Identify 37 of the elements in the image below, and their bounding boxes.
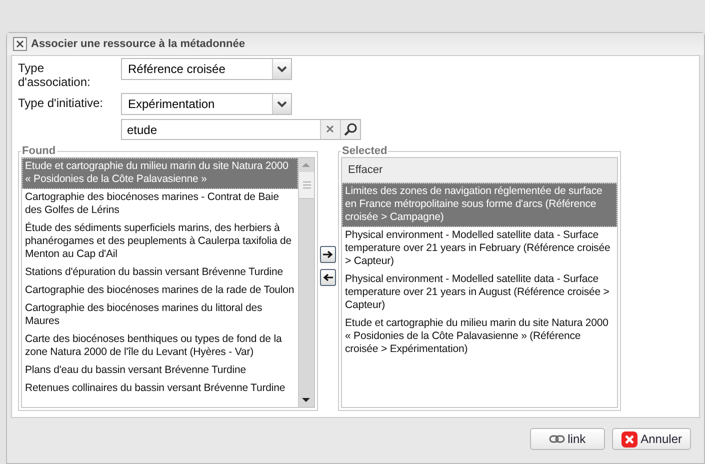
found-legend: Found bbox=[21, 145, 57, 157]
dropdown[interactable]: Expérimentation bbox=[121, 93, 292, 115]
list-item[interactable]: Cartographie des biocénoses marines du littoral des Maures bbox=[22, 300, 298, 331]
grip-icon[interactable] bbox=[302, 181, 310, 189]
selected-legend: Selected bbox=[341, 145, 388, 157]
list-item[interactable]: Physical environment - Modelled satellite data - Surface temperature over 21 years in August (Référence croisée > Capteur) bbox=[342, 271, 617, 315]
right-arrow-icon bbox=[323, 250, 333, 259]
search-icon[interactable] bbox=[340, 120, 360, 139]
dialog-title: Associer une ressource à la métadonnée bbox=[31, 38, 245, 50]
link-button[interactable]: link bbox=[530, 428, 605, 450]
list-item[interactable]: Retenues collinaires du bassin versant Brévenne Turdine bbox=[22, 380, 298, 398]
cancel-button[interactable]: Annuler bbox=[612, 428, 691, 450]
chevron-down-icon bbox=[272, 59, 291, 79]
dropdown[interactable]: Référence croisée bbox=[121, 58, 292, 80]
list-item[interactable]: Etude et cartographie du milieu marin du site Natura 2000 « Posidonies de la Côte Palavasienne » bbox=[22, 158, 298, 189]
close-icon[interactable] bbox=[13, 37, 27, 51]
cancel-icon bbox=[620, 430, 638, 448]
scrollbar[interactable] bbox=[298, 158, 314, 407]
clear-button[interactable]: Effacer bbox=[342, 158, 617, 183]
chevron-down-icon bbox=[272, 94, 291, 114]
list-item[interactable]: Physical environment - Modelled satellite data - Surface temperature over 21 years in February (Référence croisée > Capteur) bbox=[342, 227, 617, 271]
remove-button[interactable] bbox=[320, 269, 336, 286]
list-item[interactable]: Plans d'eau du bassin versant Brévenne Turdine bbox=[22, 362, 298, 380]
list-item[interactable]: Limites des zones de navigation réglementée de surface en France métropolitaine sous forme d'arcs (Référence croisée > Campagne) bbox=[342, 183, 617, 227]
chain-link-icon bbox=[548, 434, 565, 444]
field-label: Type d'initiative: bbox=[18, 95, 104, 110]
list-item[interactable]: Cartographie des biocénoses marines - Contrat de Baie des Golfes de Lérins bbox=[22, 189, 298, 220]
clear-icon[interactable] bbox=[320, 120, 340, 139]
list-item[interactable]: Étude des sédiments superficiels marins, des herbiers à phanérogames et des peuplements à Caulerpa taxifolia de Menton au Cap d'Ail bbox=[22, 220, 298, 264]
left-arrow-icon bbox=[323, 273, 333, 282]
search-field[interactable]: etude bbox=[121, 119, 361, 140]
list-item[interactable]: Cartographie des biocénoses marines de la rade de Toulon bbox=[22, 282, 298, 300]
field-label: Type d'association: bbox=[18, 60, 92, 89]
add-button[interactable] bbox=[320, 246, 336, 263]
list-item[interactable]: Etude et cartographie du milieu marin du site Natura 2000 « Posidonies de la Côte Palavasienne » (Référence croisée > Expérimentation) bbox=[342, 315, 617, 359]
list-item[interactable]: Stations d'épuration du bassin versant Brévenne Turdine bbox=[22, 264, 298, 282]
list-item[interactable]: Carte des biocénoses benthiques ou types de fond de la zone Natura 2000 de l'île du Levant (Hyères - Var) bbox=[22, 331, 298, 362]
